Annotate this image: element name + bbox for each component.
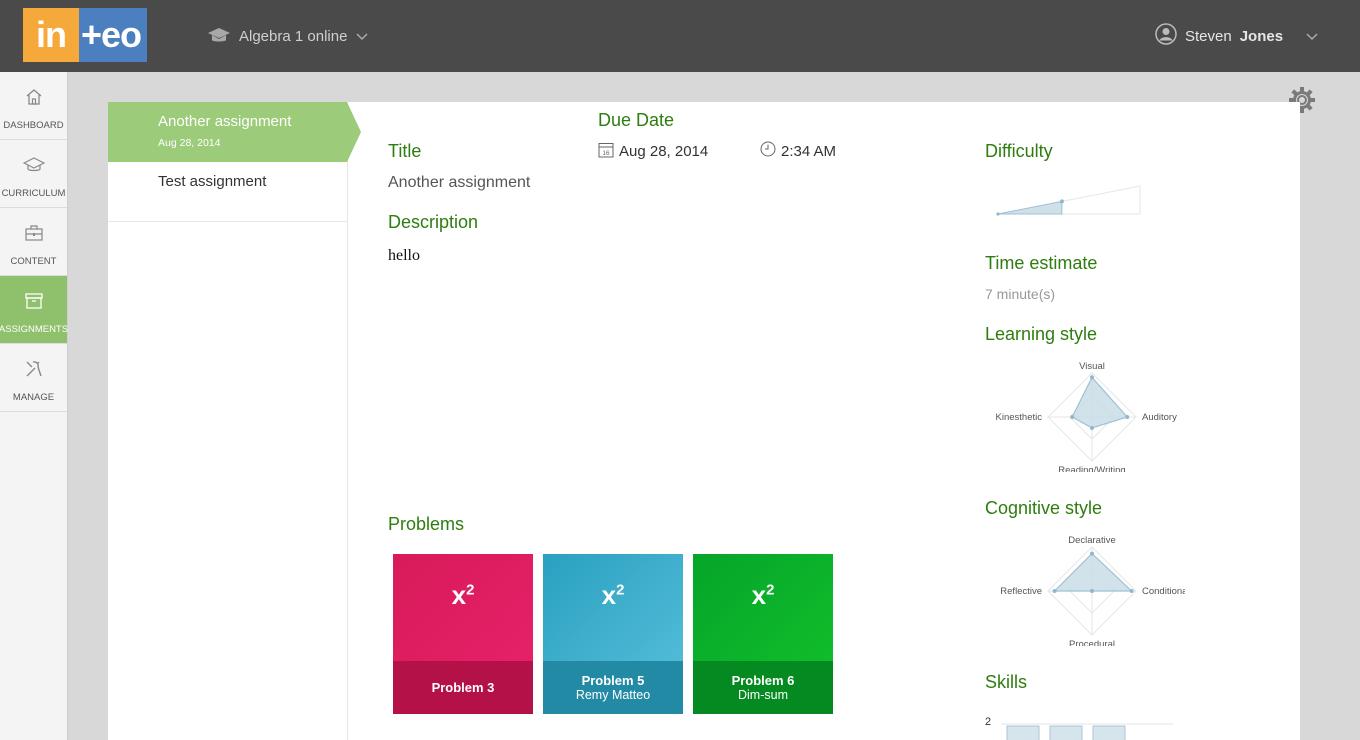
radar-point <box>1090 426 1094 430</box>
problem-name: Problem 3 <box>431 680 495 695</box>
clock-icon <box>760 141 776 161</box>
math-formula-icon: x2 <box>451 580 475 610</box>
math-formula-icon: x2 <box>601 580 625 610</box>
difficulty-origin-point <box>996 212 1000 216</box>
due-date-value: Aug 28, 2014 <box>619 143 709 160</box>
problem-tile[interactable]: x2 Problem 6 Dim-sum <box>693 554 833 714</box>
assignment-list-item[interactable]: Test assignment <box>108 162 348 222</box>
problem-tile-footer: Problem 5 Remy Matteo <box>543 661 683 714</box>
radar-axis-label: Visual <box>1079 362 1105 372</box>
problem-tile[interactable]: x2 Problem 3 <box>393 554 533 714</box>
cognitive-style-radar: Declarative Conditional Procedural Reflecti… <box>1000 536 1185 646</box>
radar-axis-label: Declarative <box>1068 536 1116 546</box>
course-selector[interactable]: Algebra 1 online <box>207 24 369 48</box>
logo-right-part: +eo <box>79 8 147 62</box>
sidebar-item-dashboard[interactable]: DASHBOARD <box>0 72 67 140</box>
chevron-down-icon <box>1305 28 1319 45</box>
due-date-heading: Due Date <box>598 110 675 130</box>
problem-tile-footer: Problem 6 Dim-sum <box>693 661 833 714</box>
graduation-cap-icon <box>22 155 45 188</box>
skills-axis-tick: 2 <box>985 716 992 728</box>
skills-bar <box>1092 725 1126 740</box>
assignment-list-item-active[interactable]: Another assignment Aug 28, 2014 <box>108 102 361 162</box>
problem-tile-footer: Problem 3 <box>393 661 533 714</box>
due-time: 2:34 AM <box>760 141 836 161</box>
skills-bar <box>1006 725 1040 740</box>
sidebar-item-label: ASSIGNMENTS <box>0 324 69 335</box>
logo-left-part: in <box>23 8 79 62</box>
skills-heading: Skills <box>985 672 1028 692</box>
problem-name: Problem 6 <box>731 673 795 688</box>
assignment-panel: Another assignment Aug 28, 2014 Test ass… <box>108 102 1300 740</box>
radar-axis-label: Conditional <box>1142 586 1185 597</box>
radar-point <box>1090 375 1094 380</box>
sidebar-item-label: CURRICULUM <box>1 188 66 199</box>
difficulty-meter <box>996 185 1141 216</box>
radar-axis-label: Kinesthetic <box>996 412 1043 423</box>
time-estimate-value: 7 minute(s) <box>985 286 1056 302</box>
home-icon <box>24 87 44 120</box>
radar-axis-label: Reading/Writing <box>1058 465 1125 472</box>
due-time-value: 2:34 AM <box>781 142 837 160</box>
radar-axis-label: Auditory <box>1142 412 1177 423</box>
user-avatar-icon <box>1155 23 1177 49</box>
calendar-day: 16 <box>602 150 610 157</box>
sidebar-item-content[interactable]: CONTENT <box>0 208 67 276</box>
sidebar-item-label: MANAGE <box>12 392 55 403</box>
learning-style-heading: Learning style <box>985 324 1098 344</box>
assignment-date: Aug 28, 2014 <box>158 137 221 149</box>
sidebar-item-label: CONTENT <box>10 256 57 267</box>
assignment-title: Another assignment <box>158 113 292 130</box>
tools-icon <box>24 359 44 392</box>
radar-point <box>1090 589 1094 593</box>
description-heading: Description <box>388 212 479 232</box>
problem-author: Dim-sum <box>738 688 788 702</box>
radar-point <box>1090 551 1094 556</box>
user-last-name: Jones <box>1239 27 1284 45</box>
sidebar-item-manage[interactable]: MANAGE <box>0 344 67 412</box>
radar-point <box>1070 415 1075 419</box>
archive-box-icon <box>24 291 44 324</box>
sidebar-item-curriculum[interactable]: CURRICULUM <box>0 140 67 208</box>
chevron-down-icon <box>355 31 369 41</box>
difficulty-point <box>1059 199 1064 204</box>
due-date: 16 Aug 28, 2014 <box>598 141 708 162</box>
radar-point <box>1129 589 1134 593</box>
problem-name: Problem 5 <box>581 673 645 688</box>
sidebar: DASHBOARD CURRICULUM CONTENT ASSIGNMENTS… <box>0 72 68 740</box>
top-bar: in +eo Algebra 1 online Steven Jones <box>0 0 1360 72</box>
learning-style-radar: Visual Auditory Reading/Writing Kinesthetic <box>996 362 1178 472</box>
difficulty-fill <box>997 200 1063 215</box>
sidebar-item-label: DASHBOARD <box>3 120 64 131</box>
calendar-icon: 16 <box>598 141 614 162</box>
radar-axis-label: Reflective <box>1000 586 1042 597</box>
user-menu[interactable]: Steven Jones <box>1155 23 1319 49</box>
graduation-cap-icon <box>207 26 231 46</box>
inteo-logo[interactable]: in +eo <box>23 8 147 62</box>
briefcase-icon <box>24 223 44 256</box>
skills-chart <box>1001 723 1173 740</box>
radar-point <box>1052 589 1057 593</box>
radar-axis-label: Procedural <box>1069 639 1115 646</box>
cognitive-style-heading: Cognitive style <box>985 498 1103 518</box>
user-first-name: Steven <box>1185 27 1232 45</box>
problems-list: x2 Problem 3 x2 Problem 5 Remy Matteo x2… <box>393 554 833 714</box>
math-formula-icon: x2 <box>751 580 775 610</box>
skills-bar <box>1049 725 1083 740</box>
assignment-title: Test assignment <box>158 173 267 190</box>
sidebar-item-assignments[interactable]: ASSIGNMENTS <box>0 276 69 344</box>
problems-heading: Problems <box>388 514 465 534</box>
title-heading: Title <box>388 141 422 161</box>
radar-point <box>1125 415 1130 419</box>
problem-tile[interactable]: x2 Problem 5 Remy Matteo <box>543 554 683 714</box>
description-value: hello <box>388 247 420 264</box>
title-value: Another assignment <box>388 174 531 191</box>
course-name: Algebra 1 online <box>239 27 348 45</box>
difficulty-heading: Difficulty <box>985 141 1053 161</box>
time-estimate-heading: Time estimate <box>985 253 1098 273</box>
assignment-list: Another assignment Aug 28, 2014 Test ass… <box>108 102 361 740</box>
problem-author: Remy Matteo <box>575 688 651 702</box>
